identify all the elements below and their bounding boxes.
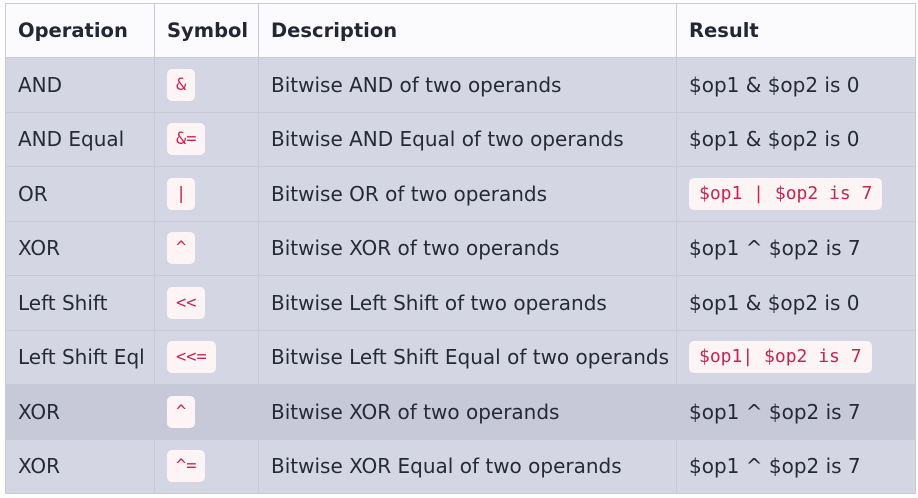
symbol-cell: | xyxy=(154,166,259,222)
result-cell: $op1 | $op2 is 7 xyxy=(676,166,916,222)
result-cell: $op1 ^ $op2 is 7 xyxy=(676,220,916,276)
result-cell: $op1 ^ $op2 is 7 xyxy=(676,384,916,440)
description-cell: Bitwise Left Shift of two operands xyxy=(258,275,677,331)
table-body: AND & Bitwise AND of two operands $op1 &… xyxy=(5,57,916,494)
result-code: $op1 | $op2 is 7 xyxy=(689,177,883,210)
table-row: Left Shift Eql <<= Bitwise Left Shift Eq… xyxy=(5,329,916,385)
symbol-cell: ^ xyxy=(154,220,259,276)
symbol-cell: << xyxy=(154,275,259,331)
table-row: AND Equal &= Bitwise AND Equal of two op… xyxy=(5,111,916,167)
operation-cell: AND Equal xyxy=(5,111,155,167)
operation-cell: OR xyxy=(5,166,155,222)
operation-cell: XOR xyxy=(5,384,155,440)
result-cell: $op1 & $op2 is 0 xyxy=(676,111,916,167)
operation-cell: Left Shift Eql xyxy=(5,329,155,385)
symbol-code: | xyxy=(167,177,196,210)
description-cell: Bitwise XOR of two operands xyxy=(258,384,677,440)
symbol-code: << xyxy=(167,286,206,319)
symbol-cell: ^= xyxy=(154,438,259,494)
result-cell: $op1 & $op2 is 0 xyxy=(676,275,916,331)
operation-cell: Left Shift xyxy=(5,275,155,331)
operation-cell: XOR xyxy=(5,220,155,276)
symbol-cell: <<= xyxy=(154,329,259,385)
result-cell: $op1 ^ $op2 is 7 xyxy=(676,438,916,494)
symbol-code: & xyxy=(167,68,196,101)
table-row: XOR ^ Bitwise XOR of two operands $op1 ^… xyxy=(5,384,916,440)
table-row: AND & Bitwise AND of two operands $op1 &… xyxy=(5,57,916,113)
symbol-cell: ^ xyxy=(154,384,259,440)
column-header-description: Description xyxy=(258,3,677,58)
result-code: $op1| $op2 is 7 xyxy=(689,341,872,374)
symbol-cell: &= xyxy=(154,111,259,167)
header-row: Operation Symbol Description Result xyxy=(5,3,916,58)
table-row: XOR ^ Bitwise XOR of two operands $op1 ^… xyxy=(5,220,916,276)
description-cell: Bitwise OR of two operands xyxy=(258,166,677,222)
table-header: Operation Symbol Description Result xyxy=(5,3,916,58)
description-cell: Bitwise Left Shift Equal of two operands xyxy=(258,329,677,385)
symbol-code: <<= xyxy=(167,341,216,374)
operators-table-container: Operation Symbol Description Result AND … xyxy=(5,3,916,494)
table-row: XOR ^= Bitwise XOR Equal of two operands… xyxy=(5,438,916,494)
symbol-code: ^ xyxy=(167,395,196,428)
column-header-symbol: Symbol xyxy=(154,3,259,58)
result-cell: $op1| $op2 is 7 xyxy=(676,329,916,385)
operation-cell: XOR xyxy=(5,438,155,494)
operation-cell: AND xyxy=(5,57,155,113)
description-cell: Bitwise XOR of two operands xyxy=(258,220,677,276)
table-row: OR | Bitwise OR of two operands $op1 | $… xyxy=(5,166,916,222)
description-cell: Bitwise AND Equal of two operands xyxy=(258,111,677,167)
description-cell: Bitwise AND of two operands xyxy=(258,57,677,113)
symbol-code: &= xyxy=(167,123,206,156)
symbol-code: ^ xyxy=(167,232,196,265)
description-cell: Bitwise XOR Equal of two operands xyxy=(258,438,677,494)
column-header-result: Result xyxy=(676,3,916,58)
table-row: Left Shift << Bitwise Left Shift of two … xyxy=(5,275,916,331)
symbol-cell: & xyxy=(154,57,259,113)
result-cell: $op1 & $op2 is 0 xyxy=(676,57,916,113)
column-header-operation: Operation xyxy=(5,3,155,58)
bitwise-operators-table: Operation Symbol Description Result AND … xyxy=(5,3,916,494)
symbol-code: ^= xyxy=(167,450,206,483)
